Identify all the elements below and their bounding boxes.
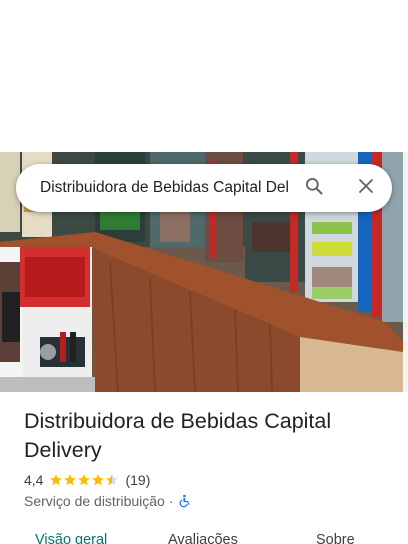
wheelchair-icon — [178, 494, 192, 508]
place-title: Distribuidora de Bebidas Capital Deliver… — [24, 409, 332, 462]
star-icon — [64, 474, 77, 486]
star-icon — [50, 474, 63, 486]
star-icon — [78, 474, 91, 486]
rating-value: 4,4 — [24, 472, 44, 488]
star-icon — [92, 474, 105, 486]
star-rating — [49, 473, 119, 487]
search-bar[interactable]: Distribuidora de Bebidas Capital Deliver… — [16, 164, 392, 212]
tab-reviews[interactable]: Avaliações — [168, 532, 238, 544]
review-count[interactable]: (19) — [125, 472, 150, 488]
separator-dot: · — [168, 493, 174, 509]
place-tabs: Visão geral Avaliações Sobre — [0, 530, 408, 544]
tab-overview[interactable]: Visão geral — [35, 532, 107, 544]
photo-edge — [403, 152, 408, 392]
app-frame: Distribuidora de Bebidas Capital Deliver… — [0, 0, 408, 544]
tab-about[interactable]: Sobre — [316, 532, 355, 544]
rating-row[interactable]: 4,4 (19) — [24, 471, 150, 489]
search-button[interactable] — [302, 176, 326, 200]
star-half-icon — [106, 474, 119, 486]
search-icon — [304, 176, 324, 201]
search-query-text[interactable]: Distribuidora de Bebidas Capital Deliver… — [40, 179, 288, 197]
close-icon — [357, 177, 375, 200]
place-category: Serviço de distribuição — [24, 493, 165, 509]
category-row: Serviço de distribuição · — [24, 492, 192, 510]
close-button[interactable] — [354, 176, 378, 200]
